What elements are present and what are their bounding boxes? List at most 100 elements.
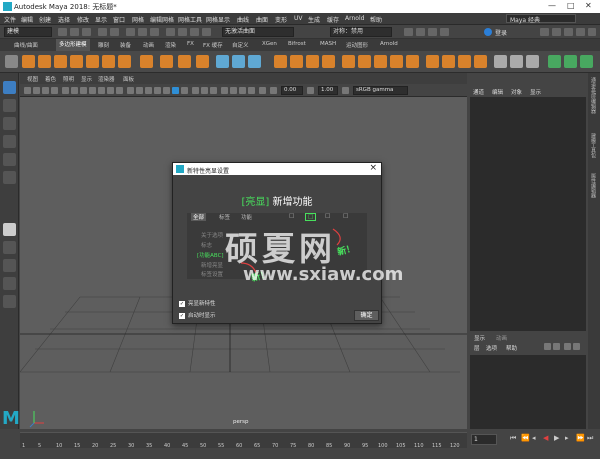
panel-toggle-icon[interactable]	[540, 28, 549, 36]
slide-edge-icon[interactable]	[526, 55, 539, 68]
camera-icon[interactable]	[24, 87, 31, 94]
menu-mesh[interactable]: 网格	[132, 15, 144, 24]
shelf-tab-arnold[interactable]: Arnold	[380, 41, 398, 47]
color-management-icon[interactable]	[342, 87, 349, 94]
poly-cone-icon[interactable]	[70, 55, 83, 68]
vp-menu-panels[interactable]: 面板	[123, 75, 134, 83]
single-view-icon[interactable]	[3, 223, 16, 236]
shelf-tab-rendering[interactable]: 渲染	[165, 41, 176, 49]
select-object-icon[interactable]	[138, 28, 147, 36]
lasso-tool-icon[interactable]	[3, 99, 16, 112]
poly-sphere-icon[interactable]	[22, 55, 35, 68]
insert-edge-loop-icon[interactable]	[474, 55, 487, 68]
shelf-tab-animation[interactable]: 动画	[143, 41, 154, 49]
snap-point-icon[interactable]	[190, 28, 199, 36]
wireframe-on-shaded-icon[interactable]	[154, 87, 161, 94]
menu-mesh-display[interactable]: 网格显示	[206, 15, 230, 24]
poly-cylinder-icon[interactable]	[54, 55, 67, 68]
select-hierarchy-icon[interactable]	[126, 28, 135, 36]
poly-plane-icon[interactable]	[102, 55, 115, 68]
uv-layout-icon[interactable]	[580, 55, 593, 68]
field-chart-icon[interactable]	[98, 87, 105, 94]
layer-list[interactable]	[470, 355, 586, 429]
shelf-tab-sculpt[interactable]: 雕刻	[98, 41, 109, 49]
menu-select[interactable]: 选择	[58, 15, 70, 24]
snap-curve-icon[interactable]	[178, 28, 187, 36]
render-icon[interactable]	[404, 28, 413, 36]
step-back-key-icon[interactable]: ⏪	[521, 434, 530, 443]
shelf-tab-poly[interactable]: 多边形建模	[56, 39, 90, 51]
mirror-icon[interactable]	[322, 55, 335, 68]
safe-action-icon[interactable]	[107, 87, 114, 94]
multi-cut-icon[interactable]	[426, 55, 439, 68]
sweep-mesh-icon[interactable]	[178, 55, 191, 68]
boolean-union-icon[interactable]	[274, 55, 287, 68]
ok-button[interactable]: 确定	[354, 310, 379, 321]
boolean-difference-icon[interactable]	[290, 55, 303, 68]
layer-menu-help[interactable]: 帮助	[506, 344, 517, 352]
live-surface-field[interactable]: 无激活曲面	[222, 27, 294, 37]
quad-draw-icon[interactable]	[494, 55, 507, 68]
step-back-frame-icon[interactable]: ◂	[532, 434, 540, 443]
camera-attr-icon[interactable]	[33, 87, 40, 94]
four-view-icon[interactable]	[3, 241, 16, 254]
panel-toggle-icon[interactable]	[552, 28, 561, 36]
go-to-end-icon[interactable]: ⏭	[587, 434, 595, 443]
poly-torus-icon[interactable]	[86, 55, 99, 68]
menu-mesh-tools[interactable]: 网格工具	[178, 15, 202, 24]
symmetry-select[interactable]: 对称：禁用	[330, 27, 392, 37]
shelf-tab-motion-graphics[interactable]: 运动图形	[346, 41, 368, 49]
uv-editor-icon[interactable]	[548, 55, 561, 68]
menu-curves[interactable]: 曲线	[237, 15, 249, 24]
snap-grid-icon[interactable]	[166, 28, 175, 36]
ipr-render-icon[interactable]	[416, 28, 425, 36]
menu-surfaces[interactable]: 曲面	[256, 15, 268, 24]
crease-icon[interactable]	[510, 55, 523, 68]
move-tool-icon[interactable]	[3, 135, 16, 148]
menu-generate[interactable]: 生成	[308, 15, 320, 24]
xray-icon[interactable]	[192, 87, 199, 94]
side-tab-modeling-toolkit[interactable]: 建模工具包	[590, 133, 597, 158]
vp-menu-view[interactable]: 视图	[27, 75, 38, 83]
isolate-select-icon[interactable]	[259, 87, 266, 94]
cb-menu-channels[interactable]: 通道	[473, 88, 484, 96]
separate-icon[interactable]	[232, 55, 245, 68]
menu-create[interactable]: 创建	[39, 15, 51, 24]
combine-icon[interactable]	[216, 55, 229, 68]
move-layer-up-icon[interactable]	[544, 343, 551, 350]
menu-arnold[interactable]: Arnold	[345, 15, 364, 22]
platonic-solid-icon[interactable]	[140, 55, 153, 68]
workspace-select[interactable]: Maya 经典	[506, 14, 576, 24]
shelf-tab-rigging[interactable]: 装备	[120, 41, 131, 49]
menu-windows[interactable]: 窗口	[113, 15, 125, 24]
color-space-select[interactable]: sRGB gamma	[353, 86, 408, 95]
cb-menu-object[interactable]: 对象	[511, 88, 522, 96]
hypershade-icon[interactable]	[440, 28, 449, 36]
bevel-icon[interactable]	[374, 55, 387, 68]
shelf-tab-fx-cache[interactable]: FX 缓存	[203, 41, 223, 49]
menu-set-select[interactable]: 建模	[4, 27, 52, 37]
smooth-shade-icon[interactable]	[136, 87, 143, 94]
scale-tool-icon[interactable]	[3, 171, 16, 184]
shelf-settings-icon[interactable]	[5, 55, 18, 68]
play-backward-icon[interactable]: ◀	[543, 434, 551, 443]
depth-of-field-icon[interactable]	[248, 87, 255, 94]
use-all-lights-icon[interactable]	[172, 87, 179, 94]
bridge-icon[interactable]	[358, 55, 371, 68]
panel-toggle-icon[interactable]	[564, 28, 573, 36]
highlight-checkbox[interactable]: ✓ 亮显新特性	[179, 299, 216, 307]
panel-toggle-icon[interactable]	[576, 28, 585, 36]
extrude-icon[interactable]	[342, 55, 355, 68]
undo-icon[interactable]	[98, 28, 107, 36]
menu-uv[interactable]: UV	[294, 15, 303, 22]
panel-toggle-icon[interactable]	[588, 28, 596, 36]
gate-mask-icon[interactable]	[89, 87, 96, 94]
layout-icon[interactable]	[3, 277, 16, 290]
exposure-icon[interactable]	[270, 87, 277, 94]
show-on-startup-checkbox[interactable]: ✓ 启动时显示	[179, 311, 216, 319]
vp-menu-show[interactable]: 显示	[81, 75, 92, 83]
minimize-button[interactable]: —	[548, 1, 556, 10]
menu-display[interactable]: 显示	[95, 15, 107, 24]
time-slider-bar[interactable]: 1 5 10 15 20 25 30 35 40 45 50 55 60 65 …	[20, 432, 467, 449]
new-layer-selected-icon[interactable]	[573, 343, 580, 350]
